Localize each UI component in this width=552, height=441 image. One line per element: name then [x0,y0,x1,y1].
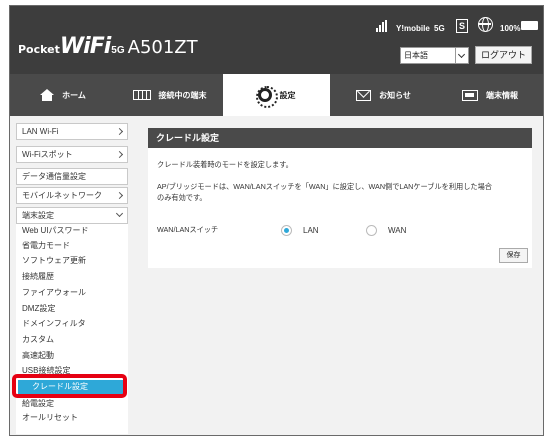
tab-home-label: ホーム [62,90,86,100]
language-value: 日本語 [404,51,428,60]
gear-icon [255,86,278,108]
submenu-item-power-supply[interactable]: 給電設定 [22,398,54,410]
panel-note-line2: のみ有効です。 [157,193,207,202]
tab-notifications[interactable]: お知らせ [330,74,437,116]
language-select[interactable]: 日本語 [400,47,469,64]
switch-label: WAN/LANスイッチ [157,225,219,234]
sidebar-item-device-settings[interactable]: 端末設定 [16,207,128,224]
main-content: クレードル設定 クレードル装着時のモードを設定します。 AP/ブリッジモードは、… [134,116,543,435]
globe-icon [478,17,493,32]
submenu-item-webui-password[interactable]: Web UIパスワード [22,225,89,237]
device-info-icon [462,89,478,101]
router-admin-window: PocketWiFi5G A501ZT Y!mobile 5G S 100% 日本… [9,5,544,436]
chevron-right-icon [115,127,124,136]
radio-lan[interactable] [281,225,292,236]
tab-notifications-label: お知らせ [379,90,411,100]
submenu-item-factory-reset[interactable]: オールリセット [22,412,78,424]
sidebar-item-lan-wifi[interactable]: LAN Wi-Fi [16,123,128,140]
model-name: A501ZT [127,37,198,58]
logo-pocket-text: Pocket [18,43,60,56]
sidebar-item-mobile-network[interactable]: モバイルネットワーク [16,187,128,204]
sidebar-item-label: データ通信量設定 [22,172,86,181]
carrier-name: Y!mobile [396,24,430,33]
network-type: 5G [434,24,445,33]
battery-level: 100% [500,24,521,33]
tab-device-info-label: 端末情報 [486,90,518,100]
chevron-down-icon [115,209,124,218]
tab-connected-devices-label: 接続中の端末 [158,90,207,100]
sidebar-item-label: モバイルネットワーク [22,191,102,200]
tab-connected-devices[interactable]: 接続中の端末 [116,74,223,116]
sidebar-item-wifi-spot[interactable]: Wi-Fiスポット [16,146,128,163]
sim-icon: S [456,19,468,33]
logo-5g-text: 5G [111,45,125,56]
radio-wan[interactable] [366,225,377,236]
submenu-item-firewall[interactable]: ファイアウォール [22,287,86,299]
devices-icon [132,90,151,100]
chevron-down-icon [455,48,468,63]
radio-wan-label: WAN [388,226,407,235]
submenu-item-dmz[interactable]: DMZ設定 [22,303,55,315]
panel-note-line1: AP/ブリッジモードは、WAN/LANスイッチを「WAN」に設定し、WAN側でL… [157,182,492,191]
sidebar-item-label: Wi-Fiスポット [22,150,73,159]
submenu-item-connection-history[interactable]: 接続履歴 [22,271,54,283]
header: PocketWiFi5G A501ZT Y!mobile 5G S 100% 日本… [10,6,543,74]
home-icon [40,89,55,101]
submenu-item-power-saving[interactable]: 省電力モード [22,240,70,252]
submenu-item-domain-filter[interactable]: ドメインフィルタ [22,318,86,330]
chevron-right-icon [115,191,124,200]
chevron-right-icon [115,150,124,159]
sidebar-item-data-usage[interactable]: データ通信量設定 [16,168,128,185]
sidebar: LAN Wi-Fi Wi-Fiスポット データ通信量設定 モバイルネットワーク … [10,116,134,435]
radio-lan-label: LAN [303,226,319,235]
cradle-settings-panel: クレードル設定 クレードル装着時のモードを設定します。 AP/ブリッジモードは、… [148,128,532,268]
submenu-item-fast-boot[interactable]: 高速起動 [22,350,54,362]
logout-button[interactable]: ログアウト [475,46,532,64]
save-button[interactable]: 保存 [499,248,528,263]
sidebar-item-label: 端末設定 [22,211,54,220]
battery-icon [521,21,538,30]
product-logo: PocketWiFi5G A501ZT [18,34,198,59]
sidebar-item-label: LAN Wi-Fi [22,127,59,136]
tab-home[interactable]: ホーム [10,74,116,116]
panel-description: クレードル装着時のモードを設定します。 [157,160,293,169]
tab-settings[interactable]: 設定 [223,74,330,116]
tab-device-info[interactable]: 端末情報 [437,74,543,116]
callout-highlight [12,374,127,398]
tab-settings-label: 設定 [279,90,296,100]
panel-title: クレードル設定 [148,128,532,148]
signal-strength-icon [376,20,388,32]
main-nav: ホーム 接続中の端末 設定 お知らせ 端末情報 [10,74,543,116]
submenu-item-custom[interactable]: カスタム [22,334,54,346]
mail-icon [356,89,372,101]
logo-wifi-text: WiFi [59,34,111,59]
submenu-item-software-update[interactable]: ソフトウェア更新 [22,255,86,267]
